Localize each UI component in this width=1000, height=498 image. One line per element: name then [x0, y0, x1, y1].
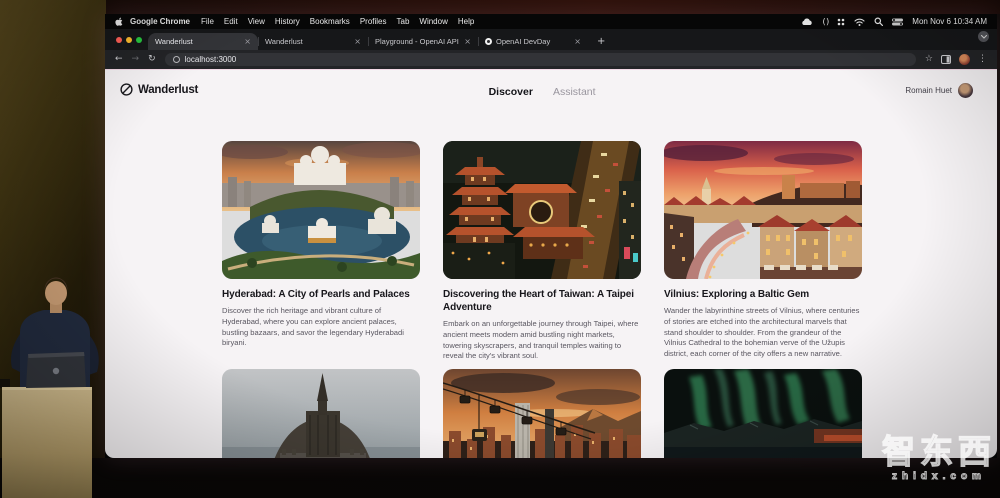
control-center-icon[interactable]: [892, 18, 903, 26]
wanderlust-page: Wanderlust Discover Assistant Romain Hue…: [105, 69, 997, 458]
card-description: Embark on an unforgettable journey throu…: [443, 319, 641, 362]
menubar-app-name[interactable]: Google Chrome: [130, 17, 190, 26]
card-image-taipei: [443, 141, 641, 279]
braces-icon[interactable]: ( ): [822, 17, 828, 26]
close-tab-icon[interactable]: ×: [574, 37, 581, 46]
toolbar-actions: ☆ ⋮: [925, 51, 987, 69]
menu-tab[interactable]: Tab: [397, 17, 410, 26]
card-title: Vilnius: Exploring a Baltic Gem: [664, 288, 862, 301]
back-button[interactable]: ←: [115, 55, 123, 64]
card-image-aurora: [664, 369, 862, 458]
wifi-icon[interactable]: [854, 18, 865, 26]
close-tab-icon[interactable]: ×: [464, 37, 471, 46]
app-grid-icon[interactable]: [837, 18, 845, 26]
stage-floor: [0, 458, 1000, 498]
tab-wanderlust-2[interactable]: Wanderlust ×: [258, 33, 368, 50]
presentation-screen: Google Chrome File Edit View History Boo…: [105, 14, 997, 458]
card-title: Discovering the Heart of Taiwan: A Taipe…: [443, 288, 641, 314]
user-avatar: [958, 83, 973, 98]
card-image-mont-saint-michel: [222, 369, 420, 458]
close-tab-icon[interactable]: ×: [354, 37, 361, 46]
menubar-overflow-chevron[interactable]: [978, 31, 989, 42]
presenter-at-podium: [0, 262, 112, 498]
menu-view[interactable]: View: [248, 17, 265, 26]
user-chip[interactable]: Romain Huet: [905, 83, 973, 98]
url-text: localhost:3000: [185, 55, 237, 64]
card-description: Discover the rich heritage and vibrant c…: [222, 306, 420, 349]
menubar-clock[interactable]: Mon Nov 6 10:34 AM: [912, 17, 987, 26]
brand-name: Wanderlust: [138, 84, 198, 96]
watermark: 智东西 zhidx.com: [882, 435, 996, 482]
tab-title: OpenAI DevDay: [496, 37, 570, 46]
cloud-icon[interactable]: [801, 18, 813, 26]
card-image-hyderabad: [222, 141, 420, 279]
tab-title: Wanderlust: [265, 37, 350, 46]
reload-button[interactable]: ↻: [148, 55, 156, 64]
search-icon[interactable]: [874, 17, 883, 26]
tab-openai-devday[interactable]: OpenAI DevDay ×: [478, 33, 588, 50]
cards-grid: Hyderabad: A City of Pearls and Palaces …: [222, 141, 862, 362]
card-vilnius[interactable]: Vilnius: Exploring a Baltic Gem Wander t…: [664, 141, 862, 362]
openai-favicon: [485, 38, 492, 45]
tab-discover[interactable]: Discover: [489, 86, 533, 98]
tab-assistant[interactable]: Assistant: [553, 86, 596, 98]
address-bar[interactable]: localhost:3000: [165, 53, 916, 66]
close-window-button[interactable]: [116, 37, 122, 43]
cards-row-1: Hyderabad: A City of Pearls and Palaces …: [222, 141, 862, 362]
stage-backdrop: [106, 0, 1000, 14]
card-mont-saint-michel[interactable]: [222, 369, 420, 458]
apple-menu-icon[interactable]: [115, 17, 123, 26]
menu-edit[interactable]: Edit: [224, 17, 238, 26]
menu-file[interactable]: File: [201, 17, 214, 26]
close-tab-icon[interactable]: ×: [244, 37, 251, 46]
card-description: Wander the labyrinthine streets of Vilni…: [664, 306, 862, 360]
card-title: Hyderabad: A City of Pearls and Palaces: [222, 288, 420, 301]
forward-button[interactable]: →: [132, 55, 140, 64]
menu-bookmarks[interactable]: Bookmarks: [310, 17, 350, 26]
site-info-icon[interactable]: [173, 56, 180, 63]
chrome-tab-strip: Wanderlust × Wanderlust × Playground - O…: [105, 29, 997, 50]
tab-title: Wanderlust: [155, 37, 240, 46]
tabs: Wanderlust × Wanderlust × Playground - O…: [148, 33, 605, 50]
compass-logo-icon: [120, 83, 133, 96]
tab-playground[interactable]: Playground - OpenAI API ×: [368, 33, 478, 50]
card-image-cable-cars: [443, 369, 641, 458]
menu-window[interactable]: Window: [419, 17, 447, 26]
side-panel-icon[interactable]: [941, 51, 951, 69]
browser-profile-avatar[interactable]: [959, 54, 970, 65]
wanderlust-brand[interactable]: Wanderlust: [120, 83, 198, 96]
user-name: Romain Huet: [905, 86, 952, 95]
tab-title: Playground - OpenAI API: [375, 37, 460, 46]
watermark-domain: zhidx.com: [882, 471, 996, 482]
tab-wanderlust-1[interactable]: Wanderlust ×: [148, 33, 258, 50]
watermark-logo: 智东西: [882, 435, 996, 468]
window-controls: [116, 37, 142, 43]
stage-photo: Google Chrome File Edit View History Boo…: [0, 0, 1000, 498]
chrome-menu-icon[interactable]: ⋮: [978, 55, 987, 64]
chrome-toolbar: ← → ↻ localhost:3000 ☆ ⋮: [105, 50, 997, 69]
bookmark-star-icon[interactable]: ☆: [925, 55, 933, 64]
menu-help[interactable]: Help: [458, 17, 474, 26]
zoom-window-button[interactable]: [136, 37, 142, 43]
card-cable-cars[interactable]: [443, 369, 641, 458]
macos-menubar: Google Chrome File Edit View History Boo…: [105, 14, 997, 29]
menu-history[interactable]: History: [275, 17, 300, 26]
menubar-status-area: ( ) Mon Nov 6 10:34 AM: [801, 17, 987, 26]
menu-profiles[interactable]: Profiles: [360, 17, 387, 26]
new-tab-button[interactable]: +: [597, 33, 605, 50]
cards-row-2: [222, 369, 862, 458]
page-nav: Discover Assistant: [489, 86, 596, 98]
card-taipei[interactable]: Discovering the Heart of Taiwan: A Taipe…: [443, 141, 641, 362]
card-hyderabad[interactable]: Hyderabad: A City of Pearls and Palaces …: [222, 141, 420, 362]
minimize-window-button[interactable]: [126, 37, 132, 43]
card-aurora[interactable]: [664, 369, 862, 458]
card-image-vilnius: [664, 141, 862, 279]
